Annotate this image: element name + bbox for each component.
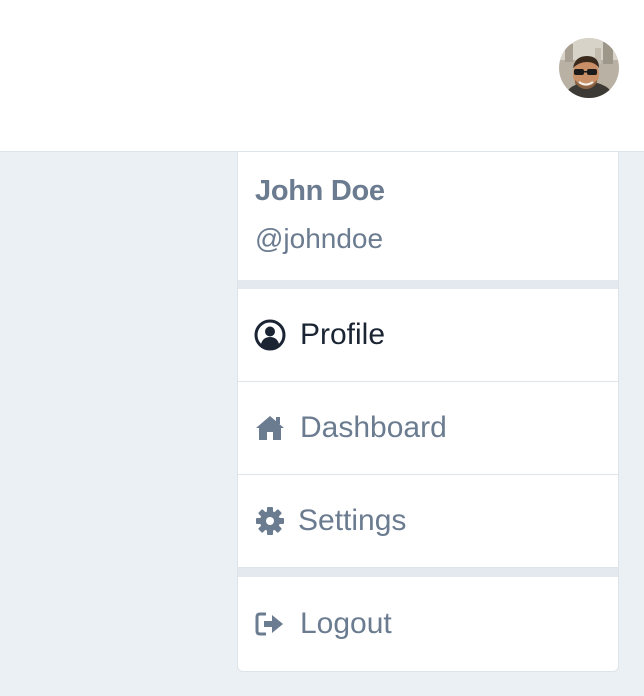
menu-item-profile[interactable]: Profile <box>238 289 618 382</box>
menu-item-logout[interactable]: Logout <box>238 577 618 670</box>
menu-item-label: Profile <box>300 318 386 351</box>
menu-divider <box>238 280 618 289</box>
menu-divider <box>238 568 618 577</box>
menu-item-label: Logout <box>300 606 392 640</box>
user-dropdown-menu: John Doe @johndoe Profile Dashboard Sett… <box>237 152 619 672</box>
avatar[interactable] <box>559 38 619 98</box>
home-icon <box>254 412 286 444</box>
user-header: John Doe @johndoe <box>238 152 618 280</box>
menu-item-dashboard[interactable]: Dashboard <box>238 382 618 475</box>
gear-icon <box>254 505 286 537</box>
menu-item-label: Settings <box>298 504 407 537</box>
user-name: John Doe <box>255 175 385 207</box>
top-navbar <box>0 0 644 152</box>
avatar-image <box>559 38 619 98</box>
menu-item-label: Dashboard <box>300 411 447 444</box>
sign-out-icon <box>254 608 286 640</box>
menu-item-settings[interactable]: Settings <box>238 475 618 568</box>
user-circle-icon <box>254 319 286 351</box>
user-handle: @johndoe <box>255 223 384 254</box>
